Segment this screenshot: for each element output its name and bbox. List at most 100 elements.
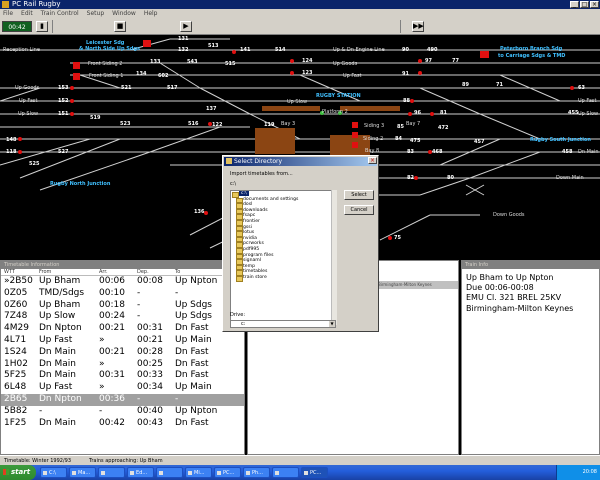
signal-number[interactable]: 97 (425, 58, 432, 64)
minimize-button[interactable]: _ (570, 1, 579, 8)
signal-number[interactable]: 133 (150, 59, 160, 65)
signal-number[interactable]: 89 (462, 82, 469, 88)
signal-number[interactable]: 137 (206, 106, 216, 112)
signal-number[interactable]: 490 (427, 47, 437, 53)
signal-number[interactable]: 123 (302, 70, 312, 76)
timetable-row[interactable]: 1F25 Dn Main 00:42 00:43 Dn Fast (1, 418, 244, 430)
menu-file[interactable]: File (3, 9, 13, 18)
chevron-down-icon[interactable]: ▼ (329, 321, 335, 327)
signal-number[interactable]: 457 (474, 139, 484, 145)
drive-select[interactable]: c: ▼ (230, 320, 336, 328)
signal-number[interactable]: 119 (264, 122, 274, 128)
signal-number[interactable]: 118 (6, 149, 16, 155)
taskbar-button[interactable] (156, 467, 183, 478)
signal-number[interactable]: 91 (402, 71, 409, 77)
signal-number[interactable]: 514 (275, 47, 285, 53)
maximize-button[interactable]: □ (580, 1, 589, 8)
signal-number[interactable]: 124 (302, 58, 312, 64)
start-button[interactable]: start (0, 465, 36, 480)
timetable-row[interactable]: 0Z60 Up Bham 00:18- Up Sdgs (1, 300, 244, 312)
col-dep: Dep. (137, 269, 149, 275)
signal-number[interactable]: 75 (394, 235, 401, 241)
signal-number[interactable]: 515 (225, 61, 235, 67)
taskbar-button[interactable] (98, 467, 125, 478)
signal-number[interactable]: 84 (395, 136, 402, 142)
signal-number[interactable]: 81 (440, 110, 447, 116)
signal-number[interactable]: 83 (407, 149, 414, 155)
timetable-row[interactable]: 4M29 Dn Npton 00:21 00:31 Dn Fast (1, 323, 244, 335)
signal-number[interactable]: 63 (578, 85, 585, 91)
signal-number[interactable]: 152 (58, 98, 68, 104)
signal-number[interactable]: 141 (240, 47, 250, 53)
signal-number[interactable]: 151 (58, 111, 68, 117)
signal-number[interactable]: 131 (178, 36, 188, 42)
signal-number[interactable]: 519 (90, 115, 100, 121)
timetable-row[interactable]: 5B82- -00:40 Up Npton (1, 406, 244, 418)
timetable-row[interactable]: 1H02 Dn Main » 00:25 Dn Fast (1, 359, 244, 371)
signal-number[interactable]: 132 (178, 47, 188, 53)
stop-button[interactable]: ■ (114, 21, 126, 32)
signal-number[interactable]: 153 (58, 85, 68, 91)
timetable-cell-dep: 00:08 (137, 276, 163, 286)
signal-number[interactable]: 122 (212, 122, 222, 128)
signal-number[interactable]: 71 (496, 82, 503, 88)
signal-number[interactable]: 475 (410, 138, 420, 144)
fast-forward-button[interactable]: ▶▶ (412, 21, 424, 32)
taskbar-button[interactable]: Ma... (69, 467, 96, 478)
signal-number[interactable]: 136 (194, 209, 204, 215)
timetable-row[interactable]: 7Z48 Up Slow 00:24- Up Sdgs (1, 311, 244, 323)
select-button[interactable]: Select (344, 190, 374, 200)
signal-number[interactable]: 523 (120, 121, 130, 127)
cancel-button[interactable]: Cancel (344, 205, 374, 215)
signal-number[interactable]: 521 (121, 85, 131, 91)
signal-number[interactable]: 90 (402, 47, 409, 53)
menu-train-control[interactable]: Train Control (41, 9, 79, 18)
taskbar-button[interactable]: C:\ (40, 467, 67, 478)
signal-number[interactable]: 455 (568, 110, 578, 116)
taskbar-button[interactable]: Ed... (127, 467, 154, 478)
folder-list-scrollbar[interactable] (331, 190, 337, 325)
pause-button[interactable]: ▮ (36, 21, 48, 32)
taskbar-button[interactable]: PC... (214, 467, 241, 478)
timetable-row[interactable]: 1S24 Dn Main 00:21 00:28 Dn Fast (1, 347, 244, 359)
timetable-row[interactable]: 2B65 Dn Npton 00:36 - - (1, 393, 244, 406)
track-label: Down Main (556, 175, 584, 181)
play-button[interactable]: ▶ (180, 21, 192, 32)
timetable-row[interactable]: 5F25 Dn Main 00:31 00:33 Dn Fast (1, 370, 244, 382)
signal-number[interactable]: 88 (403, 98, 410, 104)
signal-number[interactable]: 543 (187, 59, 197, 65)
folder-item[interactable]: train store (231, 275, 335, 282)
signal-number[interactable]: 458 (562, 149, 572, 155)
timetable-row[interactable]: »2B50 Up Bham 00:06 00:08 Up Npton (1, 276, 244, 288)
dialog-close-button[interactable]: × (368, 157, 377, 164)
signal-number[interactable]: 517 (167, 85, 177, 91)
signal-number[interactable]: 80 (447, 175, 454, 181)
signal-number[interactable]: 516 (188, 121, 198, 127)
taskbar-button[interactable] (272, 467, 299, 478)
signal-number[interactable]: 96 (414, 110, 421, 116)
taskbar-button[interactable]: Ph... (243, 467, 270, 478)
timetable-row[interactable]: 0Z05 TMD/Sdgs 00:10- - (1, 288, 244, 300)
timetable-cell-wtt: 5B82 (4, 405, 28, 416)
signal-number[interactable]: 468 (432, 149, 442, 155)
signal-number[interactable]: 77 (452, 58, 459, 64)
signal-number[interactable]: 82 (407, 175, 414, 181)
signal-number[interactable]: 513 (208, 43, 218, 49)
signal-number[interactable]: 134 (136, 71, 146, 77)
signal-number[interactable]: 148 (6, 137, 16, 143)
signal-number[interactable]: 527 (58, 149, 68, 155)
signal-number[interactable]: 472 (438, 125, 448, 131)
folder-list[interactable]: c:\ documents and settings dosl downloads fs… (230, 190, 336, 325)
menu-window[interactable]: Window (112, 9, 136, 18)
signal-number[interactable]: 525 (29, 161, 39, 167)
timetable-row[interactable]: 6L48 Up Fast » 00:34 Up Main (1, 382, 244, 394)
menu-setup[interactable]: Setup (87, 9, 104, 18)
timetable-row[interactable]: 4L71 Up Fast » 00:21 Up Main (1, 335, 244, 347)
taskbar-button[interactable]: Mi... (185, 467, 212, 478)
menu-edit[interactable]: Edit (21, 9, 33, 18)
taskbar-button[interactable]: PC... (301, 467, 328, 478)
signal-number[interactable]: 602 (158, 73, 168, 79)
close-button[interactable]: × (590, 1, 599, 8)
menu-help[interactable]: Help (144, 9, 158, 18)
signal-number[interactable]: 85 (397, 124, 404, 130)
